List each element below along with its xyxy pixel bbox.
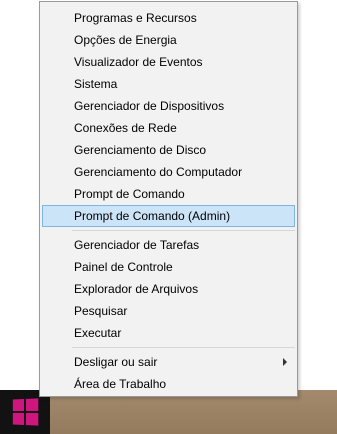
menu-item-task-manager[interactable]: Gerenciador de Tarefas bbox=[40, 234, 297, 256]
menu-item-system[interactable]: Sistema bbox=[40, 73, 297, 95]
menu-item-label: Desligar ou sair bbox=[74, 355, 158, 369]
chevron-right-icon bbox=[283, 358, 287, 366]
menu-separator bbox=[72, 230, 295, 231]
menu-item-computer-management[interactable]: Gerenciamento do Computador bbox=[40, 161, 297, 183]
menu-item-file-explorer[interactable]: Explorador de Arquivos bbox=[40, 278, 297, 300]
menu-item-network-connections[interactable]: Conexões de Rede bbox=[40, 117, 297, 139]
windows-logo-icon bbox=[12, 398, 39, 426]
menu-item-disk-management[interactable]: Gerenciamento de Disco bbox=[40, 139, 297, 161]
menu-item-event-viewer[interactable]: Visualizador de Eventos bbox=[40, 51, 297, 73]
menu-item-control-panel[interactable]: Painel de Controle bbox=[40, 256, 297, 278]
menu-separator bbox=[72, 347, 295, 348]
menu-item-command-prompt-admin[interactable]: Prompt de Comando (Admin) bbox=[42, 205, 295, 227]
menu-item-search[interactable]: Pesquisar bbox=[40, 300, 297, 322]
menu-item-run[interactable]: Executar bbox=[40, 322, 297, 344]
screen: Programas e Recursos Opções de Energia V… bbox=[0, 0, 337, 434]
menu-item-command-prompt[interactable]: Prompt de Comando bbox=[40, 183, 297, 205]
menu-item-desktop[interactable]: Área de Trabalho bbox=[40, 373, 297, 395]
menu-item-device-manager[interactable]: Gerenciador de Dispositivos bbox=[40, 95, 297, 117]
menu-list: Programas e Recursos Opções de Energia V… bbox=[40, 7, 297, 395]
power-user-context-menu: Programas e Recursos Opções de Energia V… bbox=[39, 1, 298, 397]
menu-item-programs-features[interactable]: Programas e Recursos bbox=[40, 7, 297, 29]
menu-item-power-options[interactable]: Opções de Energia bbox=[40, 29, 297, 51]
menu-item-shutdown-signout[interactable]: Desligar ou sair bbox=[40, 351, 297, 373]
